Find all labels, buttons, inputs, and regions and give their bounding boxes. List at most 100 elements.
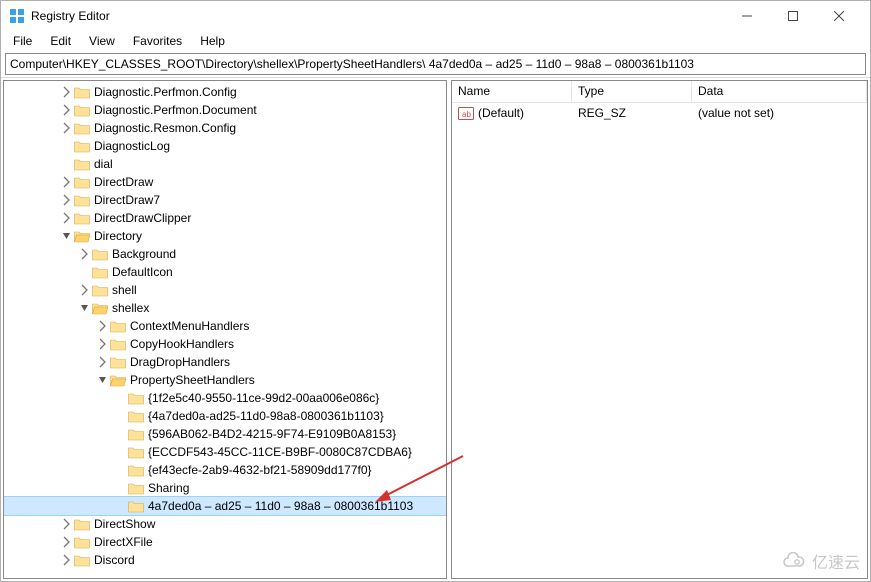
folder-icon bbox=[74, 85, 90, 99]
header-data[interactable]: Data bbox=[692, 81, 867, 102]
values-body[interactable]: (Default)REG_SZ(value not set) bbox=[452, 103, 867, 578]
chevron-right-icon[interactable] bbox=[96, 355, 110, 369]
chevron-right-icon[interactable] bbox=[96, 319, 110, 333]
address-bar[interactable]: Computer\HKEY_CLASSES_ROOT\Directory\she… bbox=[5, 53, 866, 75]
chevron-right-icon[interactable] bbox=[60, 103, 74, 117]
tree-item-label: Discord bbox=[94, 553, 135, 567]
minimize-button[interactable] bbox=[724, 1, 770, 31]
chevron-right-icon bbox=[114, 463, 128, 477]
chevron-right-icon[interactable] bbox=[60, 553, 74, 567]
tree-item-label: Diagnostic.Perfmon.Config bbox=[94, 85, 237, 99]
watermark: 亿速云 bbox=[780, 549, 860, 573]
tree-item[interactable]: DirectShow bbox=[4, 515, 446, 533]
menu-file[interactable]: File bbox=[5, 32, 40, 50]
tree-pane[interactable]: Diagnostic.Perfmon.Config Diagnostic.Perf… bbox=[3, 80, 447, 579]
menu-view[interactable]: View bbox=[81, 32, 123, 50]
chevron-right-icon bbox=[114, 481, 128, 495]
tree-item[interactable]: DirectDrawClipper bbox=[4, 209, 446, 227]
tree-item[interactable]: dial bbox=[4, 155, 446, 173]
tree-item[interactable]: Diagnostic.Resmon.Config bbox=[4, 119, 446, 137]
tree-item[interactable]: 4a7ded0a – ad25 – 11d0 – 98a8 – 0800361b… bbox=[4, 497, 446, 515]
folder-icon bbox=[74, 193, 90, 207]
maximize-icon bbox=[788, 11, 798, 21]
tree-item[interactable]: {ef43ecfe-2ab9-4632-bf21-58909dd177f0} bbox=[4, 461, 446, 479]
folder-icon bbox=[110, 319, 126, 333]
tree-item-label: {4a7ded0a-ad25-11d0-98a8-0800361b1103} bbox=[148, 409, 384, 423]
tree-item-label: DirectXFile bbox=[94, 535, 153, 549]
tree-item[interactable]: DirectXFile bbox=[4, 533, 446, 551]
tree-item[interactable]: DragDropHandlers bbox=[4, 353, 446, 371]
tree-item-label: PropertySheetHandlers bbox=[130, 373, 255, 387]
tree-item[interactable]: DiagnosticLog bbox=[4, 137, 446, 155]
tree-item[interactable]: Diagnostic.Perfmon.Document bbox=[4, 101, 446, 119]
menu-favorites[interactable]: Favorites bbox=[125, 32, 190, 50]
folder-icon bbox=[92, 283, 108, 297]
chevron-down-icon[interactable] bbox=[78, 301, 92, 315]
tree-item[interactable]: shellex bbox=[4, 299, 446, 317]
chevron-right-icon bbox=[114, 445, 128, 459]
chevron-right-icon bbox=[60, 139, 74, 153]
chevron-right-icon bbox=[114, 427, 128, 441]
tree-item[interactable]: DirectDraw bbox=[4, 173, 446, 191]
chevron-right-icon[interactable] bbox=[96, 337, 110, 351]
chevron-right-icon[interactable] bbox=[60, 193, 74, 207]
tree-item[interactable]: Diagnostic.Perfmon.Config bbox=[4, 83, 446, 101]
maximize-button[interactable] bbox=[770, 1, 816, 31]
tree-item[interactable]: Sharing bbox=[4, 479, 446, 497]
chevron-right-icon[interactable] bbox=[60, 517, 74, 531]
tree-item[interactable]: {ECCDF543-45CC-11CE-B9BF-0080C87CDBA6} bbox=[4, 443, 446, 461]
tree-item-label: DirectDraw7 bbox=[94, 193, 160, 207]
tree-item-label: Diagnostic.Resmon.Config bbox=[94, 121, 236, 135]
menu-help[interactable]: Help bbox=[192, 32, 233, 50]
titlebar[interactable]: Registry Editor bbox=[1, 1, 870, 31]
tree-item[interactable]: Directory bbox=[4, 227, 446, 245]
tree-item-label: CopyHookHandlers bbox=[130, 337, 234, 351]
tree-item[interactable]: DirectDraw7 bbox=[4, 191, 446, 209]
chevron-right-icon[interactable] bbox=[60, 85, 74, 99]
chevron-right-icon[interactable] bbox=[60, 535, 74, 549]
tree-item[interactable]: ContextMenuHandlers bbox=[4, 317, 446, 335]
folder-icon bbox=[74, 553, 90, 567]
tree-item[interactable]: CopyHookHandlers bbox=[4, 335, 446, 353]
tree-content: Diagnostic.Perfmon.Config Diagnostic.Perf… bbox=[4, 81, 446, 571]
tree-item-label: {ef43ecfe-2ab9-4632-bf21-58909dd177f0} bbox=[148, 463, 372, 477]
tree-item-label: ContextMenuHandlers bbox=[130, 319, 249, 333]
tree-item[interactable]: {596AB062-B4D2-4215-9F74-E9109B0A8153} bbox=[4, 425, 446, 443]
tree-item[interactable]: Discord bbox=[4, 551, 446, 569]
folder-icon bbox=[110, 337, 126, 351]
close-button[interactable] bbox=[816, 1, 862, 31]
tree-item-label: shellex bbox=[112, 301, 149, 315]
tree-item-label: {1f2e5c40-9550-11ce-99d2-00aa006e086c} bbox=[148, 391, 379, 405]
chevron-right-icon[interactable] bbox=[60, 211, 74, 225]
chevron-right-icon bbox=[78, 265, 92, 279]
cloud-icon bbox=[780, 552, 808, 570]
window-title: Registry Editor bbox=[31, 9, 724, 23]
chevron-right-icon[interactable] bbox=[78, 283, 92, 297]
tree-item[interactable]: DefaultIcon bbox=[4, 263, 446, 281]
tree-scroll[interactable]: Diagnostic.Perfmon.Config Diagnostic.Perf… bbox=[4, 81, 446, 578]
window-controls bbox=[724, 1, 862, 31]
tree-item[interactable]: shell bbox=[4, 281, 446, 299]
string-value-icon bbox=[458, 106, 474, 121]
chevron-right-icon[interactable] bbox=[60, 175, 74, 189]
values-pane[interactable]: Name Type Data (Default)REG_SZ(value not… bbox=[451, 80, 868, 579]
value-name-cell: (Default) bbox=[452, 106, 572, 121]
value-row[interactable]: (Default)REG_SZ(value not set) bbox=[452, 103, 867, 123]
header-name[interactable]: Name bbox=[452, 81, 572, 102]
chevron-right-icon bbox=[114, 409, 128, 423]
tree-item[interactable]: {4a7ded0a-ad25-11d0-98a8-0800361b1103} bbox=[4, 407, 446, 425]
tree-item-label: DragDropHandlers bbox=[130, 355, 230, 369]
tree-item[interactable]: {1f2e5c40-9550-11ce-99d2-00aa006e086c} bbox=[4, 389, 446, 407]
chevron-down-icon[interactable] bbox=[60, 229, 74, 243]
header-type[interactable]: Type bbox=[572, 81, 692, 102]
chevron-down-icon[interactable] bbox=[96, 373, 110, 387]
folder-icon bbox=[74, 211, 90, 225]
tree-item-label: dial bbox=[94, 157, 113, 171]
tree-item[interactable]: Background bbox=[4, 245, 446, 263]
chevron-right-icon[interactable] bbox=[60, 121, 74, 135]
folder-icon bbox=[92, 301, 108, 315]
tree-item[interactable]: PropertySheetHandlers bbox=[4, 371, 446, 389]
menu-edit[interactable]: Edit bbox=[42, 32, 79, 50]
watermark-text: 亿速云 bbox=[812, 549, 860, 573]
chevron-right-icon[interactable] bbox=[78, 247, 92, 261]
